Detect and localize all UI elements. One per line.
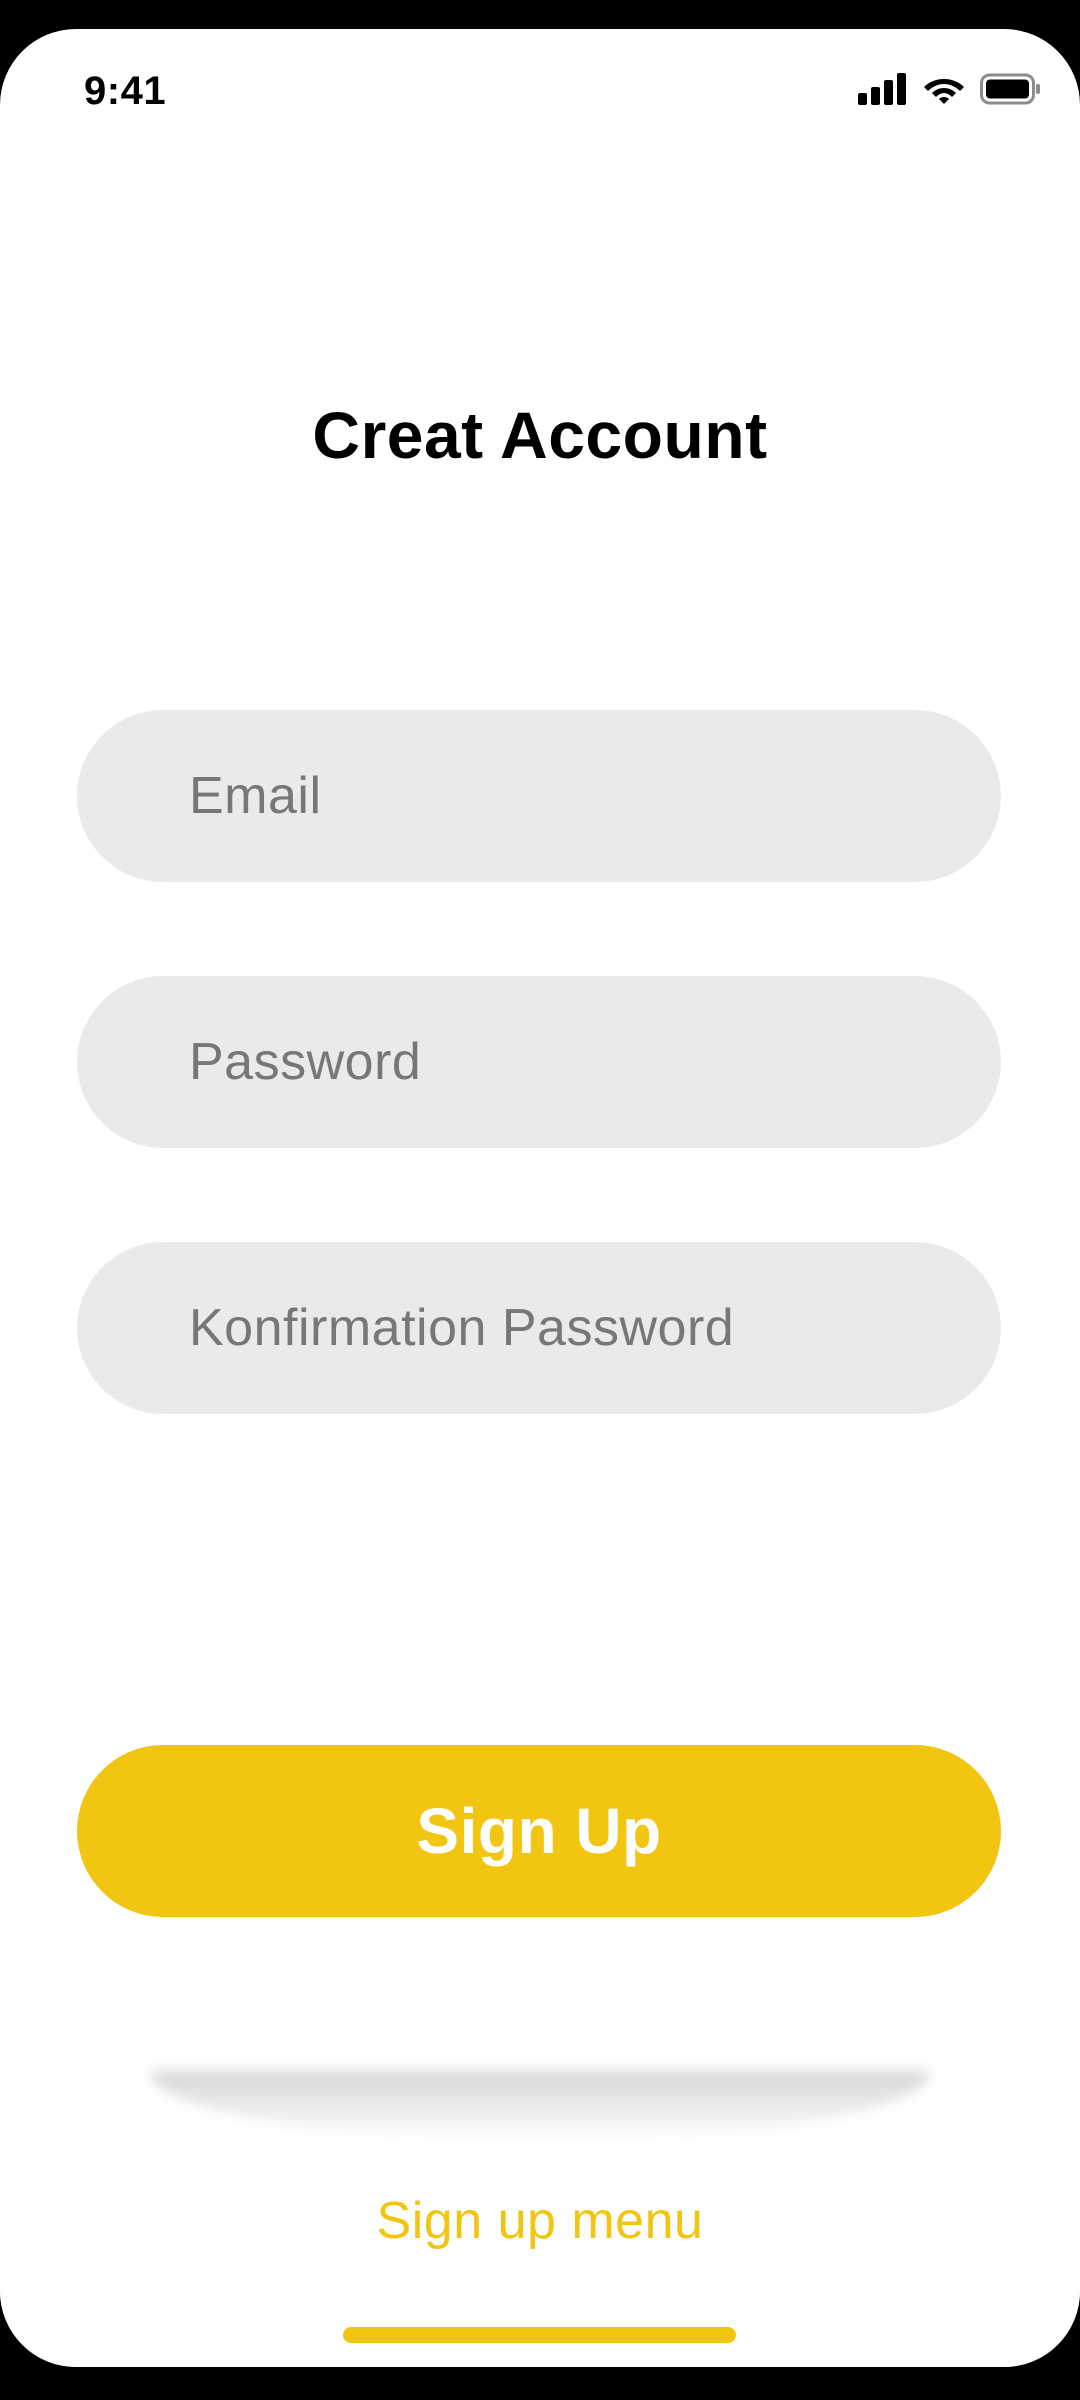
sign-up-button[interactable]: Sign Up (77, 1745, 1001, 1917)
phone-screen: 9:41 Creat Account Email Password Konfir… (0, 29, 1080, 2367)
battery-icon (980, 73, 1042, 105)
sign-up-button-label: Sign Up (416, 1795, 662, 1867)
sign-up-menu-link[interactable]: Sign up menu (0, 2191, 1080, 2251)
confirm-password-placeholder: Konfirmation Password (189, 1299, 735, 1357)
signal-icon (858, 73, 908, 105)
password-field[interactable]: Password (77, 976, 1001, 1148)
email-field[interactable]: Email (77, 710, 1001, 882)
status-bar: 9:41 (0, 29, 1080, 159)
email-placeholder: Email (189, 767, 322, 825)
wifi-icon (922, 73, 966, 105)
page-title: Creat Account (312, 398, 768, 472)
home-indicator[interactable] (343, 2327, 736, 2343)
confirm-password-field[interactable]: Konfirmation Password (77, 1242, 1001, 1414)
password-placeholder: Password (189, 1033, 422, 1091)
status-time: 9:41 (84, 69, 167, 113)
status-icons (858, 73, 1042, 105)
